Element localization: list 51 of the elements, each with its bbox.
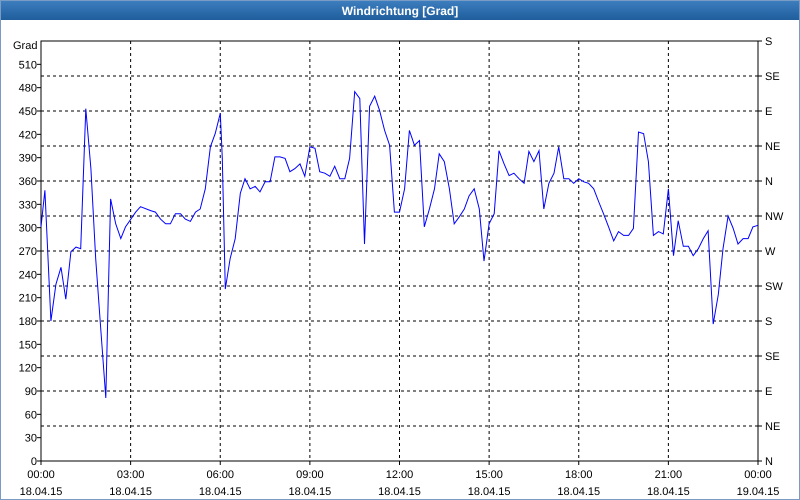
- y-tick-label: 300: [18, 222, 37, 235]
- axis-title: Grad: [13, 40, 38, 52]
- x-tick-label: 09:00: [296, 469, 324, 481]
- date-label: 18.04.15: [378, 486, 421, 498]
- x-tick-label: 21:00: [654, 469, 682, 481]
- y-tick-label: 240: [18, 269, 37, 282]
- direction-tick-label: E: [765, 106, 772, 118]
- direction-tick-label: NE: [765, 421, 780, 433]
- y-tick-label: 450: [18, 106, 37, 118]
- direction-tick-label: S: [765, 36, 772, 48]
- y-tick-label: 510: [18, 59, 37, 72]
- direction-tick-label: SW: [765, 281, 783, 293]
- x-tick-label: 00:00: [744, 469, 772, 481]
- y-tick-label: 330: [18, 199, 37, 212]
- y-tick-label: 60: [24, 409, 37, 422]
- y-tick-label: 120: [18, 362, 37, 375]
- y-tick-label: 390: [18, 152, 37, 165]
- direction-tick-label: W: [765, 246, 776, 258]
- y-tick-label: 30: [24, 432, 37, 445]
- date-label: 18.04.15: [557, 486, 600, 498]
- date-label: 18.04.15: [20, 486, 62, 498]
- x-tick-label: 15:00: [475, 469, 503, 481]
- y-tick-label: 180: [18, 316, 37, 328]
- y-tick-label: 210: [18, 292, 37, 305]
- y-tick-label: 480: [18, 82, 37, 95]
- y-tick-label: 360: [18, 176, 37, 188]
- date-label: 18.04.15: [646, 486, 690, 498]
- y-tick-label: 90: [24, 386, 37, 398]
- direction-tick-label: N: [765, 456, 773, 468]
- y-tick-label: 150: [18, 339, 37, 352]
- direction-tick-label: SE: [765, 71, 780, 83]
- window-title: Windrichtung [Grad]: [1, 1, 799, 20]
- date-label: 18.04.15: [288, 486, 332, 498]
- x-tick-label: 18:00: [564, 469, 593, 481]
- direction-tick-label: SE: [765, 351, 780, 363]
- direction-tick-label: E: [765, 386, 772, 398]
- direction-tick-label: NE: [765, 141, 780, 153]
- date-label: 18.04.15: [468, 486, 511, 498]
- direction-tick-label: NW: [765, 211, 784, 223]
- date-label: 18.04.15: [109, 486, 152, 498]
- date-label: 19.04.15: [736, 486, 780, 498]
- date-label: 18.04.15: [198, 486, 242, 498]
- x-tick-label: 06:00: [206, 469, 234, 481]
- y-tick-label: 0: [30, 456, 37, 468]
- direction-tick-label: S: [765, 316, 772, 328]
- y-tick-label: 270: [18, 246, 37, 258]
- y-tick-label: 420: [18, 129, 37, 142]
- direction-tick-label: N: [765, 176, 773, 188]
- x-tick-label: 00:00: [27, 469, 55, 481]
- x-tick-label: 03:00: [116, 469, 144, 481]
- x-tick-label: 12:00: [386, 469, 414, 481]
